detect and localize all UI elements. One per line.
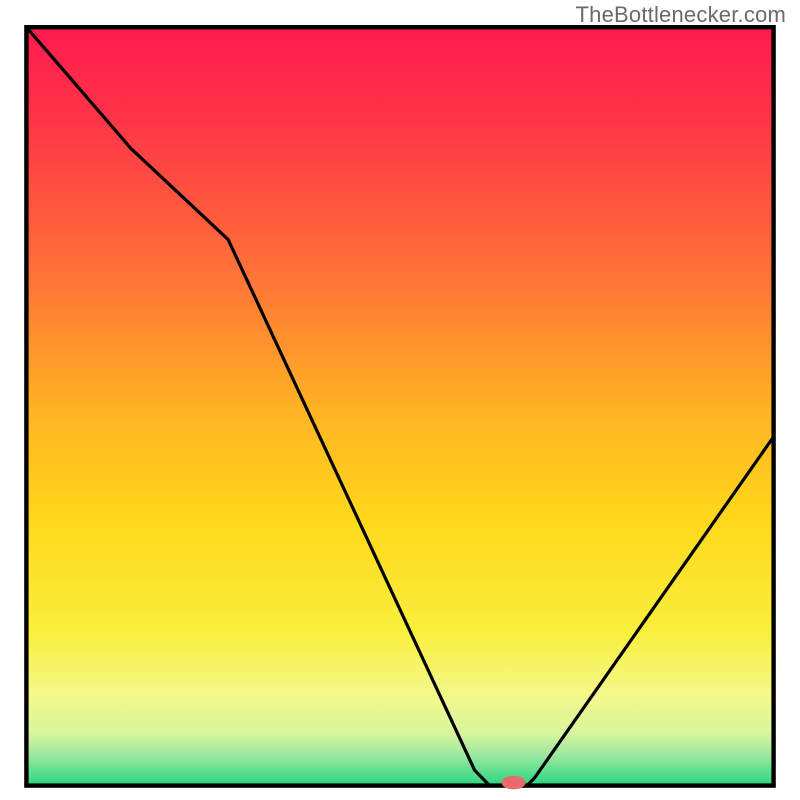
watermark-text: TheBottlenecker.com bbox=[576, 2, 786, 28]
chart-background bbox=[26, 27, 773, 785]
bottleneck-chart bbox=[0, 0, 800, 800]
chart-container: TheBottlenecker.com bbox=[0, 0, 800, 800]
optimal-point-marker bbox=[502, 776, 526, 790]
